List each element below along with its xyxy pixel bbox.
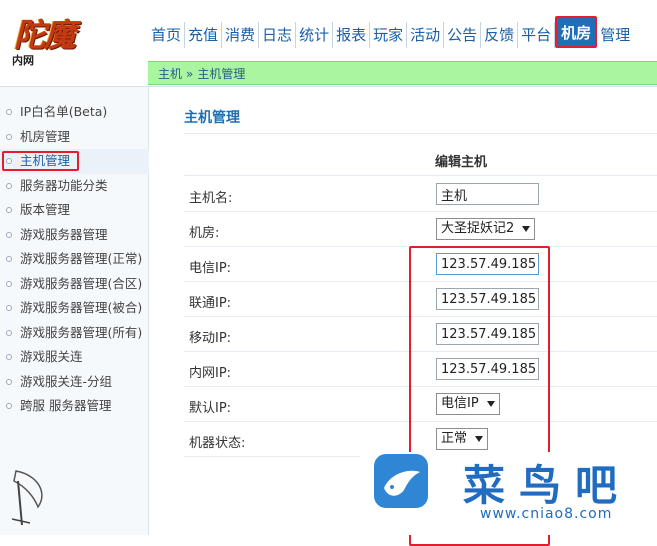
bullet-icon: [6, 403, 12, 409]
breadcrumb-home[interactable]: 主机: [158, 67, 182, 81]
sidebar-item-game-server-absorbed[interactable]: 游戏服务器管理(被合): [0, 296, 149, 321]
sidebar-item-label: IP白名单(Beta): [20, 104, 108, 119]
hostname-label: 主机名:: [189, 191, 233, 206]
breadcrumb-sep: »: [186, 67, 194, 81]
bullet-icon: [6, 256, 12, 262]
unicom-ip-label: 联通IP:: [189, 296, 232, 311]
sidebar-item-server-link-group[interactable]: 游戏服关连-分组: [0, 370, 149, 395]
sidebar-item-version[interactable]: 版本管理: [0, 198, 149, 223]
machine-status-label: 机器状态:: [189, 436, 246, 451]
nav-platform[interactable]: 平台: [518, 22, 556, 48]
nav-recharge[interactable]: 充值: [185, 22, 223, 48]
sidebar-item-server-link[interactable]: 游戏服关连: [0, 345, 149, 370]
datacenter-select[interactable]: 大圣捉妖记2: [436, 218, 536, 240]
sidebar: IP白名单(Beta) 机房管理 主机管理 服务器功能分类 版本管理 游戏服务器…: [0, 87, 149, 535]
bullet-icon: [6, 329, 12, 336]
bullet-icon: [6, 133, 12, 140]
bullet-icon: [6, 182, 12, 189]
nav-manage[interactable]: 管理: [597, 22, 633, 48]
nav-log[interactable]: 日志: [259, 22, 297, 48]
nav-datacenter[interactable]: 机房: [555, 16, 598, 48]
title-divider: [184, 133, 657, 134]
form-title: 编辑主机: [435, 155, 488, 170]
sidebar-item-label: 游戏服关连: [20, 349, 83, 364]
bird-logo-icon: [374, 454, 428, 508]
sidebar-item-cross-server[interactable]: 跨服 服务器管理: [0, 394, 149, 419]
top-nav: 首页 充值 消费 日志 统计 报表 玩家 活动 公告 反馈 平台 机房 管理: [148, 16, 633, 48]
dropdown-arrow-icon: [522, 226, 531, 232]
intranet-ip-label: 内网IP:: [189, 366, 232, 381]
bullet-icon: [6, 207, 12, 213]
nav-home[interactable]: 首页: [148, 22, 186, 48]
sickle-art-icon: [11, 470, 43, 526]
nav-notice[interactable]: 公告: [444, 22, 482, 48]
highlight-box: [2, 151, 79, 171]
sidebar-item-ip-whitelist[interactable]: IP白名单(Beta): [0, 100, 149, 125]
sidebar-item-label: 游戏服务器管理: [20, 226, 108, 242]
bullet-icon: [6, 158, 12, 164]
sidebar-item-label: 跨服 服务器管理: [20, 398, 112, 413]
hostname-input[interactable]: [436, 183, 539, 205]
sidebar-item-label: 服务器功能分类: [20, 177, 108, 193]
telecom-ip-label: 电信IP:: [189, 261, 232, 276]
sidebar-item-datacenter[interactable]: 机房管理: [0, 125, 149, 150]
nav-stats[interactable]: 统计: [296, 22, 334, 48]
default-ip-label: 默认IP:: [189, 401, 232, 416]
sidebar-item-game-server-normal[interactable]: 游戏服务器管理(正常): [0, 247, 149, 272]
bullet-icon: [6, 109, 12, 115]
sidebar-item-label: 游戏服务器管理(被合): [20, 300, 143, 315]
sidebar-item-label: 游戏服务器管理(合区): [20, 275, 143, 291]
sub-bar: 主机 » 主机管理: [148, 61, 657, 85]
sidebar-item-server-category[interactable]: 服务器功能分类: [0, 174, 149, 199]
sidebar-item-game-server-merged[interactable]: 游戏服务器管理(合区): [0, 272, 149, 297]
bullet-icon: [6, 305, 12, 311]
sidebar-item-game-server[interactable]: 游戏服务器管理: [0, 223, 149, 248]
nav-consume[interactable]: 消费: [222, 22, 260, 48]
sidebar-item-label: 游戏服关连-分组: [20, 373, 113, 389]
bullet-icon: [6, 378, 12, 385]
bullet-icon: [6, 231, 12, 238]
sidebar-item-game-server-all[interactable]: 游戏服务器管理(所有): [0, 321, 149, 346]
row-hostname: 主机名:: [184, 177, 657, 212]
watermark: 菜鸟吧 www.cniao8.com: [360, 452, 657, 535]
watermark-text: 菜鸟吧: [463, 461, 632, 510]
header: 陀魔 内网 首页 充值 消费 日志 统计 报表 玩家 活动 公告 反馈 平台 机…: [0, 0, 657, 85]
logo-mark: 陀魔: [14, 16, 76, 54]
logo[interactable]: 陀魔 内网: [4, 6, 130, 67]
logo-sub: 内网: [12, 54, 34, 67]
sidebar-item-label: 机房管理: [20, 128, 71, 144]
sidebar-item-host[interactable]: 主机管理: [0, 149, 149, 174]
sidebar-item-label: 游戏服务器管理(正常): [20, 251, 143, 266]
row-datacenter: 机房: 大圣捉妖记2: [184, 212, 657, 247]
nav-feedback[interactable]: 反馈: [481, 22, 519, 48]
nav-report[interactable]: 报表: [333, 22, 371, 48]
breadcrumb: 主机 » 主机管理: [158, 65, 245, 82]
page-title: 主机管理: [184, 110, 240, 126]
bullet-icon: [6, 280, 12, 287]
nav-player[interactable]: 玩家: [370, 22, 408, 48]
bullet-icon: [6, 354, 12, 360]
form-header: 编辑主机: [184, 143, 657, 176]
breadcrumb-current[interactable]: 主机管理: [197, 67, 245, 81]
nav-activity[interactable]: 活动: [407, 22, 445, 48]
watermark-url: www.cniao8.com: [480, 506, 613, 522]
datacenter-label: 机房:: [189, 226, 220, 241]
sidebar-menu: IP白名单(Beta) 机房管理 主机管理 服务器功能分类 版本管理 游戏服务器…: [0, 100, 149, 419]
mobile-ip-label: 移动IP:: [189, 331, 232, 346]
sidebar-item-label: 版本管理: [20, 202, 71, 217]
datacenter-select-value: 大圣捉妖记2: [441, 221, 515, 236]
sidebar-item-label: 游戏服务器管理(所有): [20, 324, 143, 340]
